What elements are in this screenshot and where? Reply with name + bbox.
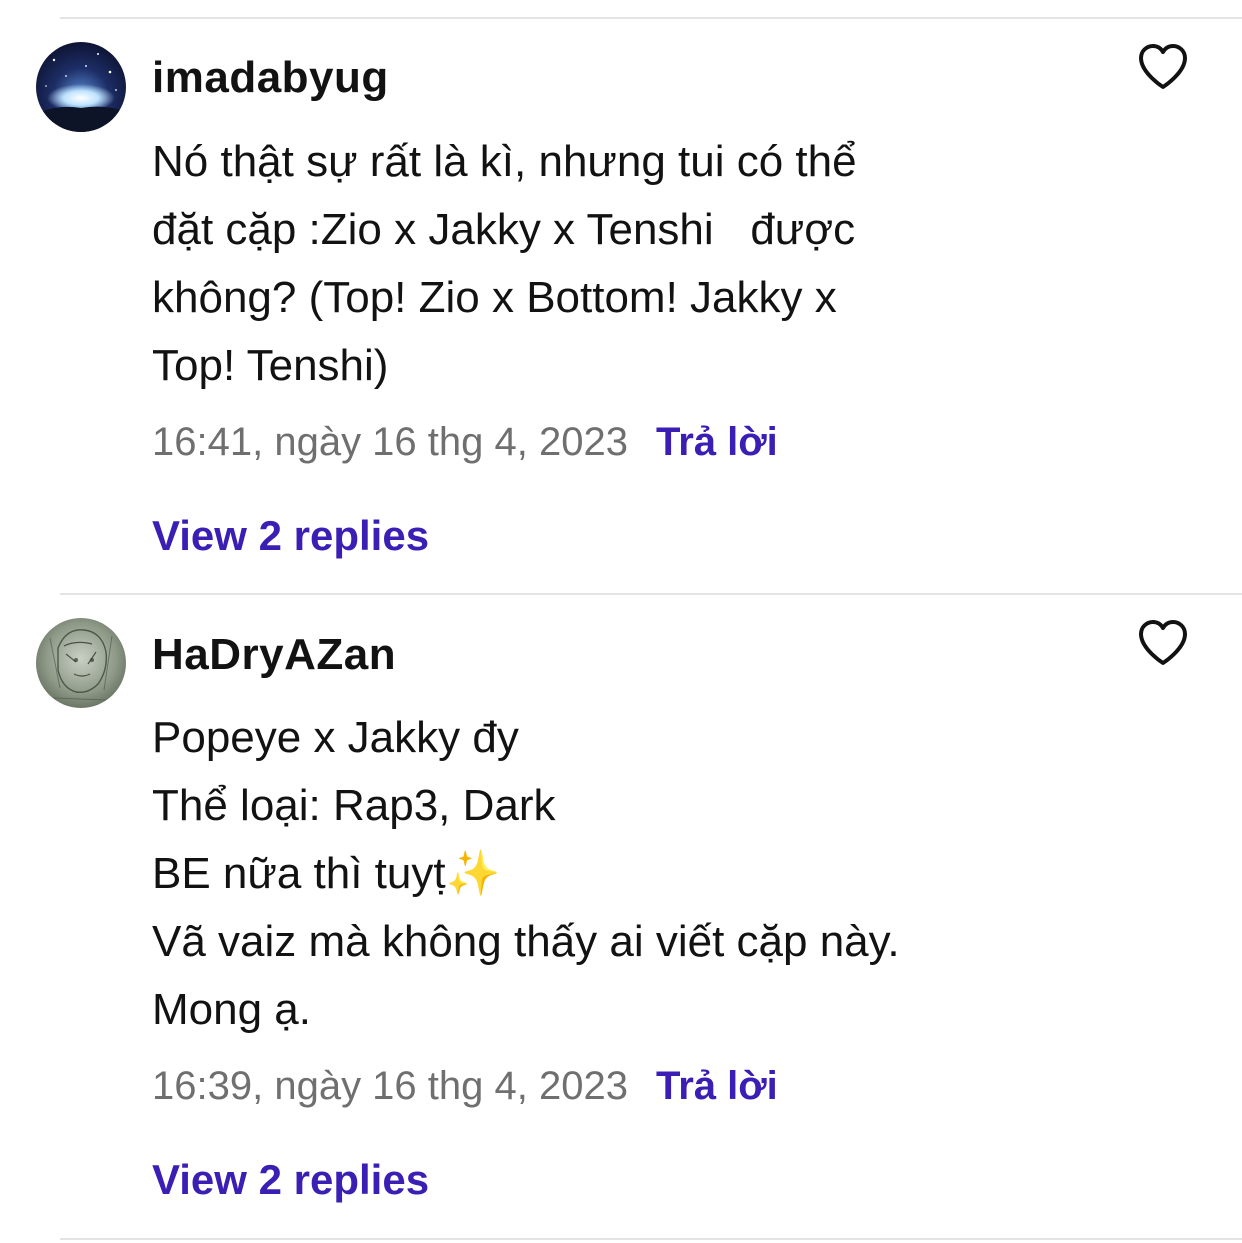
reply-button[interactable]: Trả lời bbox=[656, 420, 778, 464]
comment-meta: 16:39, ngày 16 thg 4, 2023 Trả lời bbox=[152, 1064, 778, 1109]
night-sky-avatar-icon bbox=[36, 42, 126, 132]
heart-outline-icon bbox=[1139, 44, 1187, 89]
bottom-divider bbox=[60, 1238, 1242, 1240]
comment-body: Popeye x Jakky đy Thể loại: Rap3, Dark B… bbox=[152, 704, 1032, 1044]
heart-outline-icon bbox=[1139, 620, 1187, 665]
sketch-portrait-avatar-icon bbox=[36, 618, 126, 708]
comment-line: Top! Tenshi) bbox=[152, 341, 389, 390]
comment-line: Nó thật sự rất là kì, nhưng tui có thể bbox=[152, 137, 857, 186]
comment-line: Mong ạ. bbox=[152, 985, 311, 1034]
comment-username[interactable]: HaDryAZan bbox=[152, 630, 396, 680]
comment-username[interactable]: imadabyug bbox=[152, 53, 389, 103]
top-divider bbox=[60, 17, 1242, 19]
comment-line: Thể loại: Rap3, Dark bbox=[152, 781, 556, 830]
comment-line: BE nữa thì tuyṭ✨ bbox=[152, 849, 501, 898]
comment-meta: 16:41, ngày 16 thg 4, 2023 Trả lời bbox=[152, 420, 778, 465]
comment-divider bbox=[60, 593, 1242, 595]
like-button[interactable] bbox=[1132, 614, 1194, 672]
comment-line: không? (Top! Zio x Bottom! Jakky x bbox=[152, 273, 837, 322]
view-replies-link[interactable]: View 2 replies bbox=[152, 512, 429, 560]
comment-timestamp: 16:39, ngày 16 thg 4, 2023 bbox=[152, 1064, 628, 1108]
comment-line: Vã vaiz mà không thấy ai viết cặp này. bbox=[152, 917, 900, 966]
comment-timestamp: 16:41, ngày 16 thg 4, 2023 bbox=[152, 420, 628, 464]
user-avatar[interactable] bbox=[36, 42, 126, 132]
comment-line: Popeye x Jakky đy bbox=[152, 713, 519, 762]
user-avatar[interactable] bbox=[36, 618, 126, 708]
comment-body: Nó thật sự rất là kì, nhưng tui có thể đ… bbox=[152, 128, 1032, 400]
reply-button[interactable]: Trả lời bbox=[656, 1064, 778, 1108]
comment-line: đặt cặp :Zio x Jakky x Tenshi được bbox=[152, 205, 856, 254]
view-replies-link[interactable]: View 2 replies bbox=[152, 1156, 429, 1204]
like-button[interactable] bbox=[1132, 38, 1194, 96]
